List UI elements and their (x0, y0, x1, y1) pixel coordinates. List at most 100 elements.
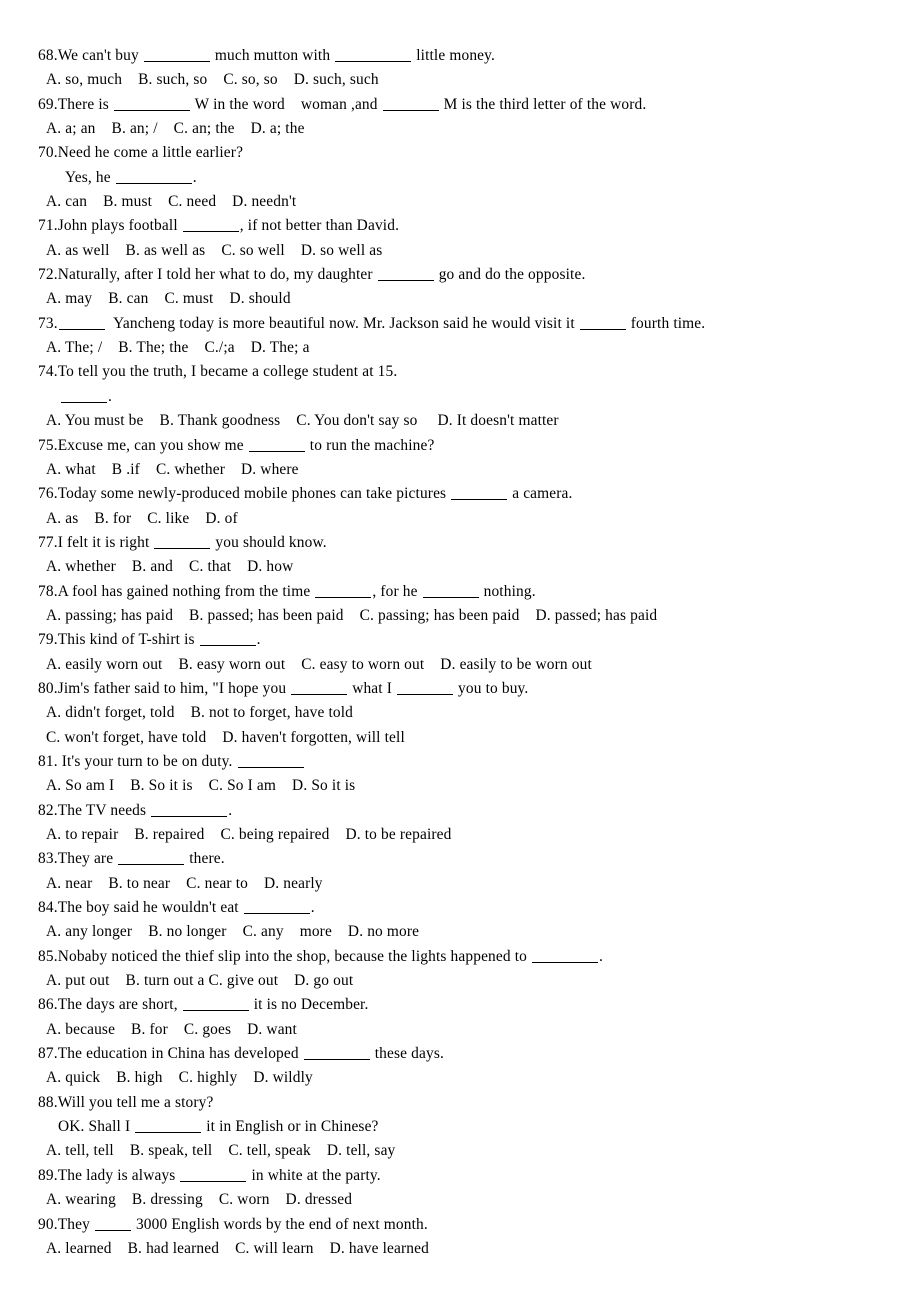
fill-in-blank[interactable] (58, 316, 105, 330)
option-line: A. passing; has paid B. passed; has been… (38, 604, 898, 628)
question-line: 82.The TV needs . (38, 799, 898, 823)
line-text: 84.The boy said he wouldn't eat (38, 899, 243, 917)
question-list: 68.We can't buy much mutton with little … (38, 44, 898, 1261)
fill-in-blank[interactable] (199, 632, 256, 647)
line-text: 88.Will you tell me a story? (38, 1093, 214, 1111)
option-line: A. a; an B. an; / C. an; the D. a; the (38, 117, 898, 141)
fill-in-blank[interactable] (154, 535, 211, 549)
fill-in-blank[interactable] (377, 267, 434, 282)
line-text: A. as well B. as well as C. so well D. s… (46, 241, 383, 259)
question-line: 75.Excuse me, can you show me to run the… (38, 434, 898, 458)
fill-in-blank[interactable] (382, 97, 439, 111)
line-text: 68.We can't buy (38, 47, 143, 64)
line-text: M is the third letter of the word. (439, 95, 647, 113)
line-text: go and do the opposite. (434, 266, 586, 284)
fill-in-blank[interactable] (61, 389, 107, 403)
line-text: you should know. (211, 533, 327, 551)
line-text: 80.Jim's father said to him, "I hope you (38, 679, 291, 697)
question-line: 79.This kind of T-shirt is . (38, 628, 898, 652)
line-text: it is no December. (249, 996, 369, 1014)
line-text: OK. Shall I (58, 1118, 135, 1136)
option-line: A. didn't forget, told B. not to forget,… (38, 701, 898, 725)
option-line: A. learned B. had learned C. will learn … (38, 1237, 898, 1261)
fill-in-blank[interactable] (335, 48, 412, 62)
question-line: 90.They 3000 English words by the end of… (38, 1213, 898, 1237)
line-text: what I (348, 679, 397, 697)
fill-in-blank[interactable] (291, 681, 348, 695)
option-line: A. You must be B. Thank goodness C. You … (38, 409, 898, 433)
fill-in-blank[interactable] (532, 949, 599, 963)
line-text: 86.The days are short, (38, 996, 182, 1014)
option-line: A. what B .if C. whether D. where (38, 458, 898, 482)
fill-in-blank[interactable] (451, 486, 508, 501)
fill-in-blank[interactable] (422, 584, 479, 598)
reply-line: OK. Shall I it in English or in Chinese? (38, 1115, 898, 1139)
fill-in-blank[interactable] (180, 1168, 247, 1182)
fill-in-blank[interactable] (243, 900, 310, 915)
line-text: 71.John plays football (38, 217, 182, 235)
fill-in-blank[interactable] (115, 170, 192, 184)
line-text: , for he (372, 582, 422, 600)
line-text: . (599, 947, 604, 965)
line-text: 74.To tell you the truth, I became a col… (38, 363, 398, 381)
line-text: Yes, he (65, 168, 115, 186)
line-text: , if not better than David. (239, 217, 400, 235)
option-line: A. whether B. and C. that D. how (38, 555, 898, 579)
option-line: A. as well B. as well as C. so well D. s… (38, 239, 898, 263)
line-text: . (192, 168, 197, 186)
line-text: A. a; an B. an; / C. an; the D. a; the (46, 120, 305, 138)
line-text: 87.The education in China has developed (38, 1045, 303, 1063)
fill-in-blank[interactable] (151, 803, 228, 817)
line-text: 77.I felt it is right (38, 533, 154, 551)
fill-in-blank[interactable] (248, 438, 305, 452)
fill-in-blank[interactable] (143, 48, 210, 62)
line-text: a camera. (508, 485, 573, 503)
line-text: 79.This kind of T-shirt is (38, 631, 199, 649)
question-line: 85.Nobaby noticed the thief slip into th… (38, 945, 898, 969)
line-text: 83.They are (38, 850, 118, 868)
fill-in-blank[interactable] (315, 584, 372, 598)
option-line: A. quick B. high C. highly D. wildly (38, 1066, 898, 1090)
line-text: . (108, 387, 113, 405)
line-text: A. to repair B. repaired C. being repair… (46, 826, 452, 843)
line-text: A. didn't forget, told B. not to forget,… (46, 704, 354, 722)
line-text: 72.Naturally, after I told her what to d… (38, 266, 377, 284)
line-text: . (310, 899, 315, 917)
line-text: in white at the party. (247, 1166, 381, 1184)
line-text: A. passing; has paid B. passed; has been… (46, 606, 658, 624)
line-text: A. quick B. high C. highly D. wildly (46, 1069, 313, 1087)
question-line: 77.I felt it is right you should know. (38, 531, 898, 555)
line-text: 76.Today some newly-produced mobile phon… (38, 485, 451, 503)
fill-in-blank[interactable] (113, 97, 190, 111)
line-text: A. as B. for C. like D. of (46, 509, 238, 527)
option-line: A. easily worn out B. easy worn out C. e… (38, 653, 898, 677)
line-text: A. whether B. and C. that D. how (46, 558, 294, 576)
line-text: A. easily worn out B. easy worn out C. e… (46, 655, 592, 673)
fill-in-blank[interactable] (237, 754, 304, 768)
question-line: 88.Will you tell me a story? (38, 1091, 898, 1115)
fill-in-blank[interactable] (579, 316, 626, 330)
fill-in-blank[interactable] (397, 681, 454, 695)
fill-in-blank[interactable] (94, 1217, 131, 1231)
line-text: 85.Nobaby noticed the thief slip into th… (38, 947, 532, 965)
line-text: A. put out B. turn out a C. give out D. … (46, 972, 354, 990)
fill-in-blank[interactable] (135, 1119, 202, 1134)
line-text: A. can B. must C. need D. needn't (46, 193, 297, 211)
line-text: W in the word woman ,and (190, 95, 382, 113)
fill-in-blank[interactable] (303, 1046, 370, 1061)
question-line: 83.They are there. (38, 847, 898, 871)
line-text: A. near B. to near C. near to D. nearly (46, 874, 323, 892)
question-line: 70.Need he come a little earlier? (38, 141, 898, 165)
fill-in-blank[interactable] (118, 851, 185, 866)
line-text: A. The; / B. The; the C./;a D. The; a (46, 339, 310, 357)
line-text: A. so, much B. such, so C. so, so D. suc… (46, 71, 379, 89)
question-line: 74.To tell you the truth, I became a col… (38, 360, 898, 384)
line-text: little money. (412, 47, 496, 64)
fill-in-blank[interactable] (182, 218, 239, 233)
line-text: there. (185, 850, 225, 868)
line-text: C. won't forget, have told D. haven't fo… (46, 728, 405, 746)
option-line: A. wearing B. dressing C. worn D. dresse… (38, 1188, 898, 1212)
question-line: 76.Today some newly-produced mobile phon… (38, 482, 898, 506)
line-text: . (256, 631, 261, 649)
fill-in-blank[interactable] (182, 997, 249, 1012)
